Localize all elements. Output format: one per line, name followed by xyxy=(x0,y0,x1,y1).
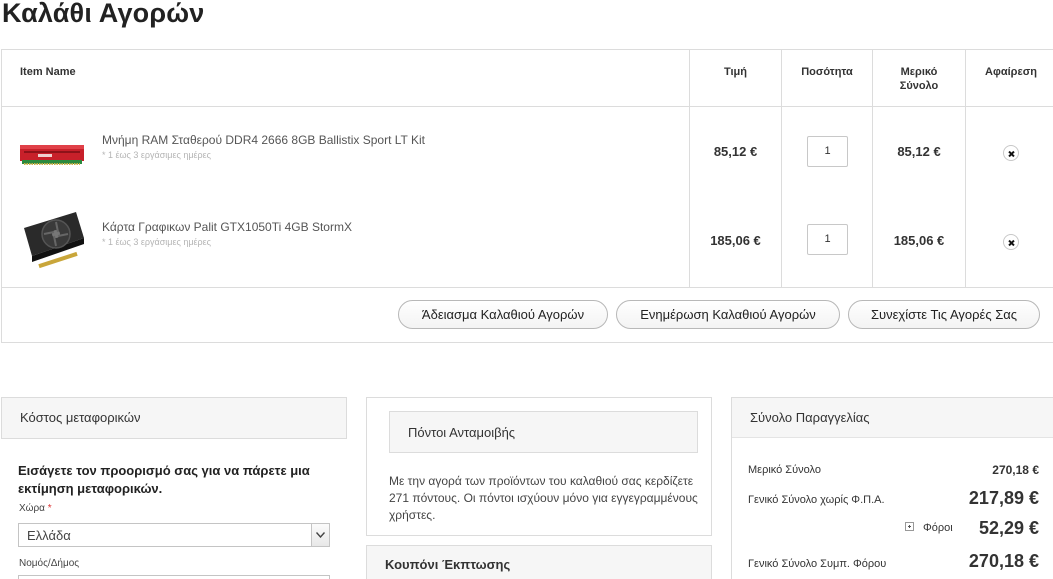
cart-actions: Άδειασμα Καλαθιού Αγορών Ενημέρωση Καλαθ… xyxy=(2,287,1053,343)
shipping-panel-title: Κόστος μεταφορικών xyxy=(2,398,346,438)
totals-label-subtotal: Μερικό Σύνολο xyxy=(748,464,821,476)
coupon-panel[interactable]: Κουπόνι Έκπτωσης xyxy=(366,545,712,579)
totals-value-grand: 270,18 € xyxy=(968,551,1039,571)
totals-label-taxes: Φόροι xyxy=(923,522,953,534)
continue-shopping-button[interactable]: Συνεχίστε Τις Αγορές Σας xyxy=(848,300,1040,329)
shipping-panel: Κόστος μεταφορικών xyxy=(1,397,347,439)
totals-label-grand: Γενικό Σύνολο Συμπ. Φόρου xyxy=(748,558,887,570)
item-availability-note: * 1 έως 3 εργάσιμες ημέρες xyxy=(102,237,211,247)
empty-cart-button[interactable]: Άδειασμα Καλαθιού Αγορών xyxy=(398,300,608,329)
totals-value-taxes: 52,29 € xyxy=(978,518,1039,538)
rewards-panel-title: Πόντοι Ανταμοιβής xyxy=(389,411,698,453)
header-remove: Αφαίρεση xyxy=(985,66,1037,78)
order-totals-title: Σύνολο Παραγγελίας xyxy=(732,398,1053,438)
quantity-input[interactable]: 1 xyxy=(807,136,848,167)
item-subtotal: 185,06 € xyxy=(893,233,945,248)
item-price: 185,06 € xyxy=(710,233,761,248)
header-subtotal: Μερικό Σύνολο xyxy=(899,66,939,92)
page-title: Καλάθι Αγορών xyxy=(2,0,205,28)
cart-row: Μνήμη RAM Σταθερού DDR4 2666 8GB Ballist… xyxy=(2,108,1053,196)
ram-module-icon[interactable] xyxy=(18,123,88,183)
country-label: Χώρα * xyxy=(19,503,52,514)
chevron-down-icon[interactable] xyxy=(311,524,329,546)
region-select[interactable] xyxy=(18,575,330,579)
totals-value-subtotal: 270,18 € xyxy=(992,463,1039,477)
coupon-panel-title: Κουπόνι Έκπτωσης xyxy=(385,557,511,572)
header-quantity: Ποσότητα xyxy=(801,66,853,78)
expand-taxes-icon[interactable] xyxy=(905,522,914,531)
region-label: Νομός/Δήμος xyxy=(19,558,80,569)
shipping-instructions: Εισάγετε τον προορισμό σας για να πάρετε… xyxy=(18,463,310,496)
cart-table: Item Name Τιμή Ποσότητα Μερικό Σύνολο Αφ… xyxy=(1,49,1053,343)
country-select[interactable]: Ελλάδα xyxy=(18,523,330,547)
item-subtotal: 85,12 € xyxy=(897,144,941,159)
totals-label-net: Γενικό Σύνολο χωρίς Φ.Π.Α. xyxy=(748,494,885,506)
graphics-card-icon[interactable] xyxy=(18,208,88,269)
item-name[interactable]: Μνήμη RAM Σταθερού DDR4 2666 8GB Ballist… xyxy=(102,133,425,147)
item-name[interactable]: Κάρτα Γραφικων Palit GTX1050Ti 4GB Storm… xyxy=(102,220,352,234)
header-price: Τιμή xyxy=(723,66,748,78)
cart-row: Κάρτα Γραφικων Palit GTX1050Ti 4GB Storm… xyxy=(2,196,1053,284)
remove-item-icon[interactable] xyxy=(1003,145,1019,161)
item-availability-note: * 1 έως 3 εργάσιμες ημέρες xyxy=(102,150,211,160)
update-cart-button[interactable]: Ενημέρωση Καλαθιού Αγορών xyxy=(616,300,840,329)
totals-value-net: 217,89 € xyxy=(968,488,1039,508)
item-price: 85,12 € xyxy=(713,144,758,159)
rewards-text: Με την αγορά των προϊόντων του καλαθιού … xyxy=(389,474,698,522)
header-item-name: Item Name xyxy=(20,66,76,78)
remove-item-icon[interactable] xyxy=(1003,234,1019,250)
quantity-input[interactable]: 1 xyxy=(807,224,848,255)
